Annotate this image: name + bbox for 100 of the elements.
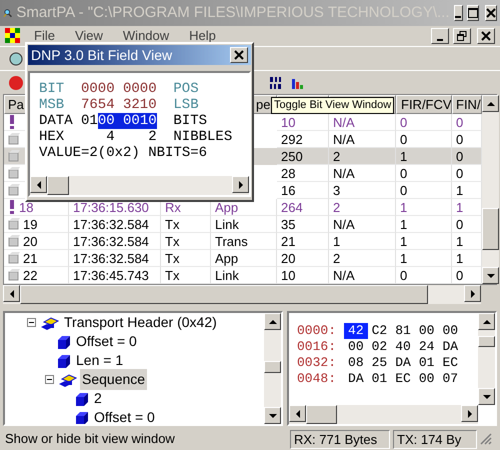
- hex-byte[interactable]: 00: [414, 371, 438, 387]
- table-cell: 2: [333, 250, 340, 266]
- minimize-icon: [455, 16, 462, 18]
- unit-label: BITS: [173, 113, 208, 129]
- exclamation-icon: [8, 200, 16, 214]
- cube-icon: [75, 410, 89, 424]
- horizontal-scrollbar[interactable]: [289, 405, 478, 424]
- hex-offset: 0048:: [297, 371, 336, 387]
- table-cell: Trans: [215, 232, 248, 250]
- column-header[interactable]: Pa: [8, 97, 24, 112]
- tree-item[interactable]: Offset = 0: [74, 331, 139, 352]
- hex-byte[interactable]: 00: [414, 323, 438, 339]
- table-cell: Rx: [165, 198, 181, 216]
- table-cell: 0: [400, 182, 408, 198]
- scroll-thumb[interactable]: [482, 208, 499, 250]
- table-cell: 17:36:45.743: [73, 266, 149, 284]
- menu-item[interactable]: File: [26, 26, 63, 46]
- table-cell: 0: [400, 114, 408, 130]
- tree-item[interactable]: Len = 1: [74, 350, 126, 371]
- value-summary: VALUE=2(0x2) NBITS=6: [39, 145, 208, 161]
- arrow-left-icon: [296, 410, 300, 418]
- collapse-icon[interactable]: [45, 375, 54, 384]
- hex-byte[interactable]: 08: [344, 355, 368, 371]
- scroll-left-button[interactable]: [3, 285, 20, 302]
- field-label: HEX: [39, 129, 64, 145]
- scroll-left-button[interactable]: [289, 405, 306, 422]
- scroll-right-button[interactable]: [461, 405, 478, 422]
- arrow-left-icon: [10, 290, 14, 298]
- table-cell: 21: [23, 250, 38, 266]
- hex-byte[interactable]: 00: [344, 339, 368, 355]
- menu-item[interactable]: View: [66, 26, 111, 46]
- hex-byte[interactable]: 81: [391, 323, 415, 339]
- vertical-scrollbar[interactable]: [478, 313, 495, 405]
- hex-byte[interactable]: DA: [438, 339, 462, 355]
- hex-byte[interactable]: 24: [414, 339, 438, 355]
- minimize-button[interactable]: [431, 28, 449, 44]
- table-cell: 1: [400, 148, 408, 164]
- arrow-left-icon: [36, 180, 40, 188]
- table-cell: 0: [400, 266, 408, 284]
- vertical-scrollbar[interactable]: [482, 95, 499, 284]
- maximize-button[interactable]: [467, 5, 479, 21]
- stop-icon: [8, 74, 24, 90]
- restore-button[interactable]: [453, 28, 471, 44]
- scroll-thumb[interactable]: [47, 176, 70, 195]
- table-cell: 1: [400, 232, 408, 250]
- arrow-up-icon: [268, 320, 276, 324]
- hex-byte[interactable]: 00: [438, 323, 462, 339]
- hex-byte[interactable]: EC: [391, 371, 415, 387]
- vertical-scrollbar[interactable]: [264, 313, 281, 424]
- stack-icon: [8, 235, 20, 247]
- scroll-up-button[interactable]: [478, 313, 495, 330]
- scroll-right-button[interactable]: [464, 285, 481, 302]
- hex-byte[interactable]: 07: [438, 371, 462, 387]
- table-cell: 28: [281, 164, 296, 182]
- table-cell: 1: [400, 198, 408, 216]
- column-header[interactable]: pe: [256, 97, 270, 112]
- close-button[interactable]: [477, 28, 495, 44]
- hex-byte[interactable]: 40: [391, 339, 415, 355]
- collapse-icon[interactable]: [27, 318, 36, 327]
- hex-byte[interactable]: DA: [344, 371, 368, 387]
- hex-byte[interactable]: EC: [438, 355, 462, 371]
- tree-item[interactable]: Transport Header (0x42): [62, 313, 219, 333]
- hex-byte[interactable]: 01: [368, 371, 392, 387]
- scroll-up-button[interactable]: [264, 313, 281, 330]
- tree-item[interactable]: Offset = 0: [92, 407, 157, 424]
- menu-item[interactable]: Window: [114, 26, 178, 46]
- stack-icon: [8, 150, 20, 162]
- scroll-down-button[interactable]: [478, 388, 495, 405]
- horizontal-scrollbar[interactable]: [30, 176, 249, 195]
- scroll-thumb[interactable]: [264, 360, 281, 374]
- minimize-button[interactable]: [454, 5, 463, 21]
- hex-byte[interactable]: 01: [414, 355, 438, 371]
- scroll-thumb[interactable]: [306, 405, 337, 424]
- table-cell: App: [215, 198, 238, 216]
- field-label: MSB: [39, 97, 64, 113]
- maximize-icon: [468, 8, 478, 18]
- table-cell: 0: [400, 130, 408, 148]
- scroll-right-button[interactable]: [232, 176, 249, 193]
- table-cell: App: [215, 250, 238, 266]
- table-cell: 0: [456, 266, 464, 284]
- table-cell: 1: [400, 216, 408, 232]
- scroll-thumb[interactable]: [478, 336, 495, 348]
- tree-item[interactable]: 2: [92, 388, 104, 409]
- bit-value: 4: [105, 129, 115, 145]
- hex-byte[interactable]: C2: [368, 323, 392, 339]
- scroll-down-button[interactable]: [264, 407, 281, 424]
- hex-byte[interactable]: 25: [368, 355, 392, 371]
- hex-byte[interactable]: 42: [344, 323, 368, 339]
- close-button[interactable]: [485, 5, 497, 21]
- hex-byte[interactable]: DA: [391, 355, 415, 371]
- scroll-up-button[interactable]: [482, 95, 499, 112]
- arrow-down-icon: [268, 414, 276, 418]
- selected-bits: 00 0010: [98, 113, 157, 129]
- scroll-down-button[interactable]: [482, 267, 499, 284]
- tree-item[interactable]: Sequence: [80, 369, 148, 390]
- scroll-left-button[interactable]: [30, 176, 47, 193]
- close-button[interactable]: [230, 47, 248, 63]
- table-cell: 0: [456, 216, 464, 232]
- menu-item[interactable]: Help: [181, 26, 224, 46]
- hex-byte[interactable]: 02: [368, 339, 392, 355]
